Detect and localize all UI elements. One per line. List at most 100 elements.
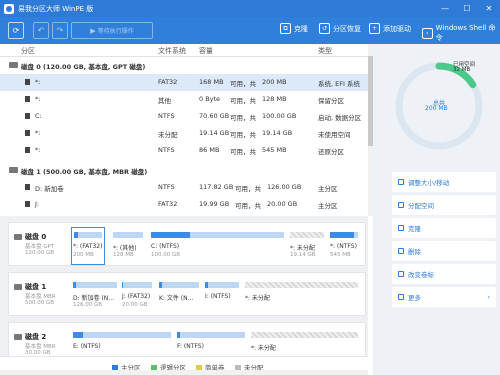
clone-icon: ⧉ bbox=[280, 23, 291, 34]
windows-shell-button[interactable]: › Windows Shell 命令 bbox=[422, 23, 500, 43]
partition-label: *: 未分配 bbox=[245, 295, 270, 302]
allocate-space-action[interactable]: 分配空间 bbox=[392, 195, 496, 215]
partition-bar[interactable] bbox=[151, 232, 284, 238]
partition-bar-fill bbox=[159, 282, 163, 288]
partition-fs: FAT32 bbox=[158, 200, 178, 208]
disk-map: 磁盘 0 基本盘 GPT 120.00 GB *: (FAT32) 200 MB… bbox=[0, 216, 368, 356]
partition-bar[interactable] bbox=[73, 332, 171, 338]
partition-bar-fill bbox=[73, 332, 83, 338]
partition-used: 86 MB bbox=[199, 146, 220, 154]
clone-action[interactable]: 克隆 bbox=[392, 218, 496, 238]
partition-bar[interactable] bbox=[74, 232, 102, 238]
partition-bar[interactable] bbox=[73, 282, 117, 288]
minimize-button[interactable]: — bbox=[434, 0, 456, 17]
partition-fs: 其他 bbox=[158, 97, 171, 105]
partition-size: 200 MB bbox=[73, 252, 94, 258]
partition-total: 20.00 GB bbox=[267, 200, 298, 208]
table-row[interactable]: D: 新加卷 NTFS 117.82 GB 可用，共 126.00 GB 主分区 bbox=[0, 179, 368, 196]
change-label-action[interactable]: 改变卷标 bbox=[392, 264, 496, 284]
partition-name: *: bbox=[35, 129, 41, 137]
clone-label: 克隆 bbox=[294, 24, 308, 33]
partition-label: K: 文件 (N... bbox=[159, 295, 194, 302]
delete-icon bbox=[398, 248, 404, 254]
more-action[interactable]: 更多 › bbox=[392, 287, 496, 307]
partition-type: 未使用空间 bbox=[318, 131, 351, 139]
partition-bar[interactable] bbox=[122, 282, 152, 288]
col-partition[interactable]: 分区 bbox=[21, 46, 35, 56]
partition-total: 126.00 GB bbox=[267, 183, 302, 191]
col-filesystem[interactable]: 文件系统 bbox=[158, 46, 186, 56]
partition-fs: NTFS bbox=[158, 183, 175, 191]
table-row[interactable]: *: 其他 0 Byte 可用，共 128 MB 保留分区 bbox=[0, 91, 368, 108]
col-type[interactable]: 类型 bbox=[318, 46, 332, 56]
partition-total: 19.14 GB bbox=[262, 129, 293, 137]
partition-name: D: 新加卷 bbox=[35, 185, 64, 193]
disk-card[interactable]: 磁盘 2 基本盘 MBR 30.00 GB E: (NTFS) F: (NTFS… bbox=[8, 322, 366, 356]
used-space-value: 32 MB bbox=[453, 67, 471, 73]
table-row[interactable]: *: NTFS 86 MB 可用，共 545 MB 还原分区 bbox=[0, 142, 368, 159]
undo-button[interactable]: ↶ bbox=[33, 22, 49, 39]
delete-action[interactable]: 删除 bbox=[392, 241, 496, 261]
pending-operations-label: 等待执行操作 bbox=[97, 28, 134, 35]
disk-icon bbox=[14, 234, 22, 240]
map-horizontal-scrollbar[interactable] bbox=[0, 370, 368, 375]
shell-icon: › bbox=[422, 27, 433, 39]
disk-icon bbox=[14, 334, 22, 340]
table-row[interactable]: C: NTFS 70.60 GB 可用，共 100.00 GB 启动, 数据分区 bbox=[0, 108, 368, 125]
disk-card[interactable]: 磁盘 0 基本盘 GPT 120.00 GB *: (FAT32) 200 MB… bbox=[8, 222, 366, 266]
partition-bar-fill bbox=[205, 282, 208, 288]
col-capacity[interactable]: 容量 bbox=[199, 46, 213, 56]
disk-type: 基本盘 MBR bbox=[25, 294, 56, 300]
pending-operations-button[interactable]: ▶ 等待执行操作 bbox=[71, 22, 153, 39]
partition-total: 128 MB bbox=[262, 95, 287, 103]
partition-icon bbox=[25, 96, 30, 102]
partition-free-label: 可用，共 bbox=[230, 131, 256, 139]
partition-total: 545 MB bbox=[262, 146, 287, 154]
partition-bar[interactable] bbox=[177, 332, 245, 338]
total-value: 200 MB bbox=[425, 105, 448, 112]
maximize-button[interactable]: ☐ bbox=[456, 0, 478, 17]
partition-name: J: bbox=[35, 200, 40, 208]
right-panel: 已用空间 32 MB 总共 200 MB 调整大小/移动 分配空间 克隆 删除 … bbox=[373, 44, 500, 375]
partition-icon bbox=[25, 113, 30, 119]
resize-move-action[interactable]: 调整大小/移动 bbox=[392, 172, 496, 192]
unallocated-bar[interactable] bbox=[290, 232, 324, 238]
app-logo-icon bbox=[4, 3, 14, 14]
partition-bar[interactable] bbox=[205, 282, 239, 288]
add-driver-button[interactable]: + 添加驱动 bbox=[369, 23, 411, 34]
partition-table: 分区 文件系统 容量 类型 磁盘 0 (120.00 GB, 基本盘, GPT … bbox=[0, 44, 368, 216]
refresh-button[interactable]: ⟳ bbox=[8, 22, 24, 39]
disk-card[interactable]: 磁盘 1 基本盘 MBR 500.00 GB D: 新加卷 (N... 126.… bbox=[8, 272, 366, 316]
action-label: 删除 bbox=[408, 248, 421, 256]
unallocated-bar[interactable] bbox=[245, 282, 358, 288]
clone-toolbar-button[interactable]: ⧉ 克隆 bbox=[280, 23, 308, 34]
table-row[interactable]: *: 未分配 19.14 GB 可用，共 19.14 GB 未使用空间 bbox=[0, 125, 368, 142]
disk-row[interactable]: 磁盘 0 (120.00 GB, 基本盘, GPT 磁盘) bbox=[0, 57, 368, 74]
partition-recovery-button[interactable]: ↺ 分区恢复 bbox=[319, 23, 361, 34]
partition-size: 100.00 GB bbox=[151, 252, 181, 258]
partition-label: D: 新加卷 (N... bbox=[73, 295, 115, 302]
close-button[interactable]: ✕ bbox=[478, 0, 500, 17]
partition-label: *: 未分配 bbox=[290, 245, 315, 252]
action-label: 调整大小/移动 bbox=[408, 179, 450, 187]
partition-size: 545 MB bbox=[330, 252, 351, 258]
unallocated-bar[interactable] bbox=[251, 332, 358, 338]
partition-bar[interactable] bbox=[113, 232, 143, 238]
partition-type: 启动, 数据分区 bbox=[318, 114, 362, 122]
table-row[interactable]: *: FAT32 168 MB 可用，共 200 MB 系统, EFI 系统 bbox=[0, 74, 368, 91]
play-icon: ▶ bbox=[90, 26, 96, 35]
add-driver-label: 添加驱动 bbox=[383, 24, 411, 33]
disk-label: 磁盘 1 bbox=[25, 283, 47, 291]
partition-free-label: 可用，共 bbox=[230, 80, 256, 88]
partition-fs: FAT32 bbox=[158, 78, 178, 86]
disk-row[interactable]: 磁盘 1 (500.00 GB, 基本盘, MBR 磁盘) bbox=[0, 162, 368, 179]
disk-name: 磁盘 0 (120.00 GB, 基本盘, GPT 磁盘) bbox=[21, 63, 146, 71]
partition-free-label: 可用，共 bbox=[230, 114, 256, 122]
partition-icon bbox=[25, 79, 30, 85]
partition-icon bbox=[25, 184, 30, 190]
partition-bar[interactable] bbox=[159, 282, 199, 288]
partition-icon bbox=[25, 201, 30, 207]
partition-used: 0 Byte bbox=[199, 95, 221, 103]
partition-bar[interactable] bbox=[330, 232, 358, 238]
redo-button[interactable]: ↷ bbox=[52, 22, 68, 39]
